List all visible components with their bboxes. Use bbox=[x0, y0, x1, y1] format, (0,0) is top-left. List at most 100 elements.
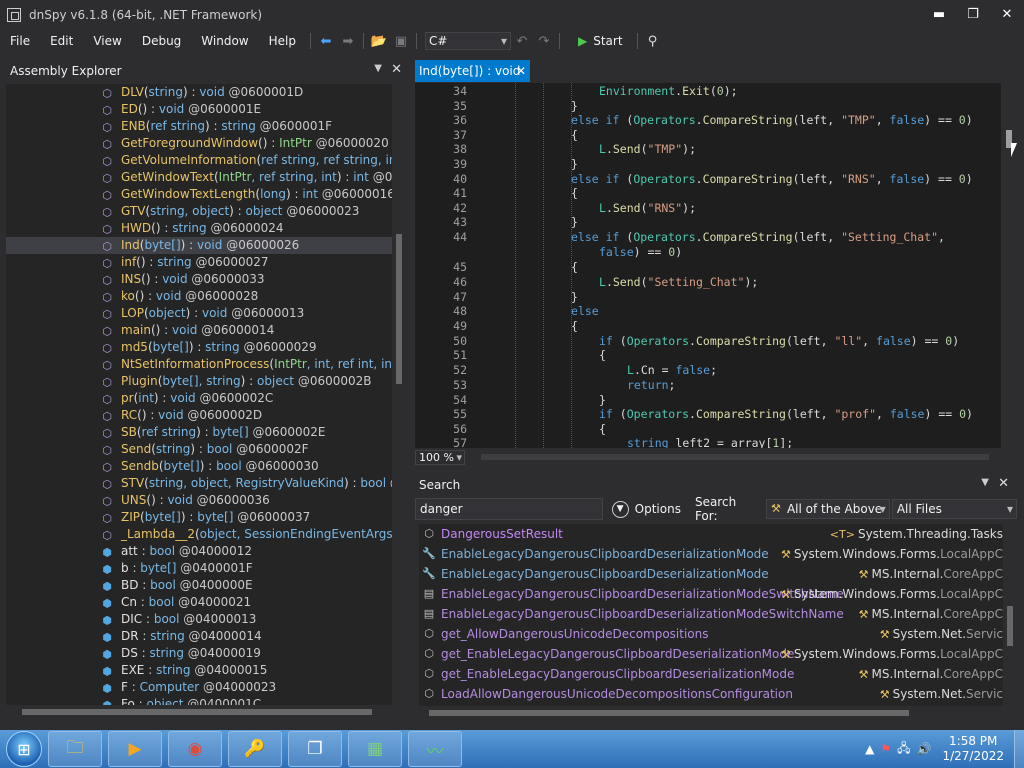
tree-item[interactable]: ⬡ INS() : void @06000033 bbox=[6, 271, 392, 288]
network-icon[interactable]: 🖧 bbox=[897, 739, 910, 760]
open-folder-icon[interactable]: 📂 bbox=[368, 30, 390, 52]
action-center-flag-icon[interactable]: ⚑ bbox=[880, 742, 891, 756]
tree-item[interactable]: ⬢ Cn : bool @04000021 bbox=[6, 594, 392, 611]
keepass-icon[interactable]: 🔑 bbox=[228, 731, 282, 767]
panel-menu-icon[interactable]: ▼ bbox=[374, 63, 382, 74]
tree-item[interactable]: ⬡ ED() : void @0600001E bbox=[6, 101, 392, 118]
search-result-row[interactable]: 🔧 EnableLegacyDangerousClipboardDeseriali… bbox=[419, 544, 1003, 564]
tree-item[interactable]: ⬡ ENB(ref string) : string @0600001F bbox=[6, 118, 392, 135]
tree-item[interactable]: ⬢ Fo : object @0400001C bbox=[6, 696, 392, 705]
scroll-thumb[interactable] bbox=[429, 710, 909, 716]
menu-file[interactable]: File bbox=[0, 30, 40, 52]
search-result-row[interactable]: ⬡ get_EnableLegacyDangerousClipboardDeser… bbox=[419, 664, 1003, 684]
tree-item[interactable]: ⬢ BD : bool @0400000E bbox=[6, 577, 392, 594]
task-manager-icon[interactable]: ▦ bbox=[348, 731, 402, 767]
tree-item[interactable]: ⬡ main() : void @06000014 bbox=[6, 322, 392, 339]
code-editor[interactable]: 34 Environment.Exit(0); 35} 36 else if (Oper… bbox=[415, 83, 1001, 448]
restore-button[interactable]: ❐ bbox=[956, 0, 990, 30]
tree-item[interactable]: ⬡ _Lambda__2(object, SessionEndingEventAr… bbox=[6, 526, 392, 543]
close-window-button[interactable]: ✕ bbox=[990, 0, 1024, 30]
volume-icon[interactable]: 🔊 bbox=[917, 742, 932, 756]
tree-item[interactable]: ⬡ RC() : void @0600002D bbox=[6, 407, 392, 424]
tree-item[interactable]: ⬡ GetForegroundWindow() : IntPtr @0600002… bbox=[6, 135, 392, 152]
search-result-row[interactable]: ⬡ DangerousSetResult <T> System.Threading.T… bbox=[419, 524, 1003, 544]
tree-item[interactable]: ⬡ HWD() : string @06000024 bbox=[6, 220, 392, 237]
assembly-tree[interactable]: ⬡ DLV(string) : void @0600001D ⬡ ED() : voi… bbox=[6, 84, 392, 705]
menu-window[interactable]: Window bbox=[191, 30, 258, 52]
navigate-forward-icon[interactable]: ➡ bbox=[337, 30, 359, 52]
zoom-select[interactable]: 100 % bbox=[415, 449, 465, 465]
close-panel-icon[interactable]: ✕ bbox=[998, 476, 1009, 491]
dnspy-taskbar-icon[interactable]: ❐ bbox=[288, 731, 342, 767]
save-all-icon[interactable]: ▣ bbox=[390, 30, 412, 52]
start-debug-button[interactable]: ▶ Start bbox=[578, 34, 623, 48]
results-vertical-scrollbar[interactable] bbox=[1005, 524, 1015, 709]
search-result-row[interactable]: 🔧 EnableLegacyDangerousClipboardDeseriali… bbox=[419, 564, 1003, 584]
tree-item[interactable]: ⬡ Sendb(byte[]) : bool @06000030 bbox=[6, 458, 392, 475]
undo-icon[interactable]: ↶ bbox=[511, 30, 533, 52]
tree-horizontal-scrollbar[interactable] bbox=[6, 705, 392, 719]
search-input[interactable]: danger bbox=[415, 498, 603, 520]
media-player-icon[interactable]: ▶ bbox=[108, 731, 162, 767]
show-hidden-icons-icon[interactable]: ▲ bbox=[865, 742, 874, 756]
tree-item[interactable]: ⬢ b : byte[] @0400001F bbox=[6, 560, 392, 577]
panel-menu-icon[interactable]: ▼ bbox=[981, 477, 989, 488]
tree-item[interactable]: ⬢ F : Computer @04000023 bbox=[6, 679, 392, 696]
search-result-row[interactable]: ▤ EnableLegacyDangerousClipboardDeseriali… bbox=[419, 584, 1003, 604]
tree-item[interactable]: ⬡ ZIP(byte[]) : byte[] @06000037 bbox=[6, 509, 392, 526]
windows-start-icon[interactable]: ⊞ bbox=[6, 731, 42, 767]
navigate-back-icon[interactable]: ⬅ bbox=[315, 30, 337, 52]
menu-view[interactable]: View bbox=[83, 30, 131, 52]
file-explorer-icon[interactable]: 🗀 bbox=[48, 731, 102, 767]
minimize-button[interactable]: ▬ bbox=[922, 0, 956, 30]
tree-item[interactable]: ⬡ DLV(string) : void @0600001D bbox=[6, 84, 392, 101]
clock[interactable]: 1:58 PM 1/27/2022 bbox=[942, 734, 1004, 764]
chrome-icon[interactable]: ◉ bbox=[168, 731, 222, 767]
tree-vertical-scrollbar[interactable] bbox=[394, 84, 404, 704]
code-horizontal-scrollbar[interactable] bbox=[481, 454, 989, 460]
search-for-select[interactable]: ⚒ All of the Above bbox=[765, 499, 890, 519]
tree-item[interactable]: ⬢ DS : string @04000019 bbox=[6, 645, 392, 662]
tree-item[interactable]: ⬡ ko() : void @06000028 bbox=[6, 288, 392, 305]
tree-item[interactable]: ⬢ EXE : string @04000015 bbox=[6, 662, 392, 679]
code-vertical-scrollbar[interactable] bbox=[1002, 83, 1016, 448]
menu-edit[interactable]: Edit bbox=[40, 30, 83, 52]
scroll-thumb[interactable] bbox=[22, 709, 372, 715]
menu-debug[interactable]: Debug bbox=[132, 30, 191, 52]
search-result-row[interactable]: ⬡ get_EnableLegacyDangerousClipboardDeser… bbox=[419, 644, 1003, 664]
search-icon[interactable]: ⚲ bbox=[642, 30, 664, 52]
tree-item[interactable]: ⬡ GTV(string, object) : object @06000023 bbox=[6, 203, 392, 220]
menu-help[interactable]: Help bbox=[259, 30, 306, 52]
close-tab-icon[interactable]: ✕ bbox=[516, 60, 526, 82]
tree-item[interactable]: ⬡ Ind(byte[]) : void @06000026 bbox=[6, 237, 392, 254]
tree-item[interactable]: ⬡ Plugin(byte[], string) : object @060000… bbox=[6, 373, 392, 390]
search-result-row[interactable]: ⬡ LoadAllowDangerousUnicodeDecompositions… bbox=[419, 684, 1003, 704]
scroll-thumb[interactable] bbox=[1007, 606, 1013, 646]
results-horizontal-scrollbar[interactable] bbox=[419, 707, 1003, 719]
options-button[interactable]: ▼ Options bbox=[611, 500, 681, 518]
resource-monitor-icon[interactable]: 〰 bbox=[408, 731, 462, 767]
tree-item[interactable]: ⬢ att : bool @04000012 bbox=[6, 543, 392, 560]
code-tab[interactable]: Ind(byte[]) : void ✕ bbox=[415, 60, 530, 82]
tree-item[interactable]: ⬢ DR : string @04000014 bbox=[6, 628, 392, 645]
tree-item[interactable]: ⬡ pr(int) : void @0600002C bbox=[6, 390, 392, 407]
show-desktop-button[interactable] bbox=[1014, 730, 1024, 768]
tree-item[interactable]: ⬡ inf() : string @06000027 bbox=[6, 254, 392, 271]
search-result-row[interactable]: ▤ EnableLegacyDangerousClipboardDeseriali… bbox=[419, 604, 1003, 624]
tree-item[interactable]: ⬡ md5(byte[]) : string @06000029 bbox=[6, 339, 392, 356]
tree-item[interactable]: ⬢ DIC : bool @04000013 bbox=[6, 611, 392, 628]
search-location-select[interactable]: All Files bbox=[891, 499, 1017, 519]
language-select[interactable]: C# bbox=[424, 32, 511, 50]
tree-item[interactable]: ⬡ GetVolumeInformation(ref string, ref st… bbox=[6, 152, 392, 169]
tree-item[interactable]: ⬡ STV(string, object, RegistryValueKind) … bbox=[6, 475, 392, 492]
tree-item[interactable]: ⬡ NtSetInformationProcess(IntPtr, int, re… bbox=[6, 356, 392, 373]
search-results[interactable]: ⬡ DangerousSetResult <T> System.Threading.T… bbox=[419, 524, 1003, 706]
tree-item[interactable]: ⬡ GetWindowTextLength(long) : int @060000… bbox=[6, 186, 392, 203]
tree-item[interactable]: ⬡ SB(ref string) : byte[] @0600002E bbox=[6, 424, 392, 441]
search-result-row[interactable]: ⬡ get_AllowDangerousUnicodeDecompositions… bbox=[419, 624, 1003, 644]
tree-item[interactable]: ⬡ UNS() : void @06000036 bbox=[6, 492, 392, 509]
tree-item[interactable]: ⬡ GetWindowText(IntPtr, ref string, int) … bbox=[6, 169, 392, 186]
redo-icon[interactable]: ↷ bbox=[533, 30, 555, 52]
close-panel-icon[interactable]: ✕ bbox=[391, 62, 402, 77]
tree-item[interactable]: ⬡ LOP(object) : void @06000013 bbox=[6, 305, 392, 322]
